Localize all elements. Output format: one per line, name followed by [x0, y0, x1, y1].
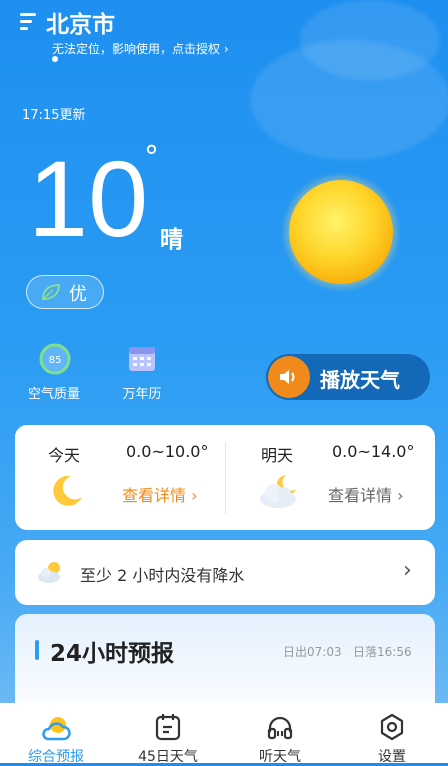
today-temp-range: 0.0~10.0°: [126, 442, 209, 461]
partly-cloudy-icon: [38, 562, 60, 583]
calendar-list-icon: [155, 714, 181, 741]
tomorrow-label: 明天: [261, 446, 294, 465]
precipitation-text: 至少 2 小时内没有降水: [80, 566, 245, 585]
hourly-title: 24小时预报: [50, 641, 175, 667]
precipitation-card[interactable]: 至少 2 小时内没有降水 ›: [15, 540, 435, 605]
sunset-time: 日落16:56: [353, 645, 412, 659]
nav-tab-45day[interactable]: 45日天气: [112, 703, 224, 765]
current-temperature: 10: [28, 138, 149, 259]
section-accent-bar: [35, 640, 39, 660]
chevron-right-icon: ›: [403, 558, 412, 583]
calendar-icon: [129, 347, 155, 371]
tomorrow-temp-range: 0.0~14.0°: [332, 442, 415, 461]
aqi-value: 85: [49, 355, 62, 366]
leaf-icon: [42, 284, 60, 300]
moon-icon: [53, 475, 82, 506]
nav-label-settings: 设置: [378, 749, 406, 765]
page-indicator-dot: [52, 56, 58, 62]
city-name[interactable]: 北京市: [46, 5, 115, 39]
air-quality-shortcut[interactable]: 85 空气质量: [22, 340, 86, 404]
aqi-badge[interactable]: 优: [26, 275, 104, 309]
aqi-label: 优: [69, 284, 87, 305]
sunrise-time: 日出07:03: [283, 645, 342, 659]
cloudy-moon-icon: [260, 475, 296, 508]
play-weather-label: 播放天气: [320, 368, 400, 392]
play-weather-button[interactable]: 播放天气: [266, 354, 430, 400]
bottom-navigation: 综合预报 45日天气 听天气 设置: [0, 703, 448, 765]
forecast-card: 今天 0.0~10.0° 查看详情 › 明天 0.0~14.0° 查看详情 ›: [15, 425, 435, 530]
background-cloud: [300, 0, 440, 80]
today-details-link[interactable]: 查看详情 ›: [122, 482, 198, 506]
nav-tab-overview[interactable]: 综合预报: [0, 703, 112, 765]
degree-symbol: °: [144, 140, 159, 175]
today-label: 今天: [48, 446, 81, 465]
nav-tab-settings[interactable]: 设置: [336, 703, 448, 765]
nav-label-overview: 综合预报: [28, 749, 84, 765]
sun-cloud-icon: [42, 717, 71, 741]
nav-label-45day: 45日天气: [138, 749, 198, 765]
nav-label-listen: 听天气: [259, 749, 301, 765]
today-forecast[interactable]: 今天 0.0~10.0° 查看详情 ›: [15, 425, 225, 530]
aqi-gauge-icon: 85: [39, 343, 71, 375]
sun-icon: [281, 172, 401, 292]
update-time: 17:15更新: [22, 108, 86, 123]
tomorrow-details-link[interactable]: 查看详情 ›: [328, 482, 404, 506]
tomorrow-forecast[interactable]: 明天 0.0~14.0° 查看详情 ›: [226, 425, 435, 530]
location-permission-link[interactable]: 无法定位，影响使用，点击授权 ›: [52, 40, 229, 57]
headphones-icon: [267, 716, 293, 740]
calendar-label: 万年历: [122, 387, 162, 402]
air-quality-label: 空气质量: [27, 387, 80, 402]
settings-icon: [380, 713, 404, 741]
calendar-shortcut[interactable]: 万年历: [110, 340, 174, 404]
menu-icon[interactable]: [20, 10, 44, 32]
speaker-icon: [268, 356, 310, 398]
weather-condition: 晴: [160, 227, 183, 253]
nav-tab-listen[interactable]: 听天气: [224, 703, 336, 765]
